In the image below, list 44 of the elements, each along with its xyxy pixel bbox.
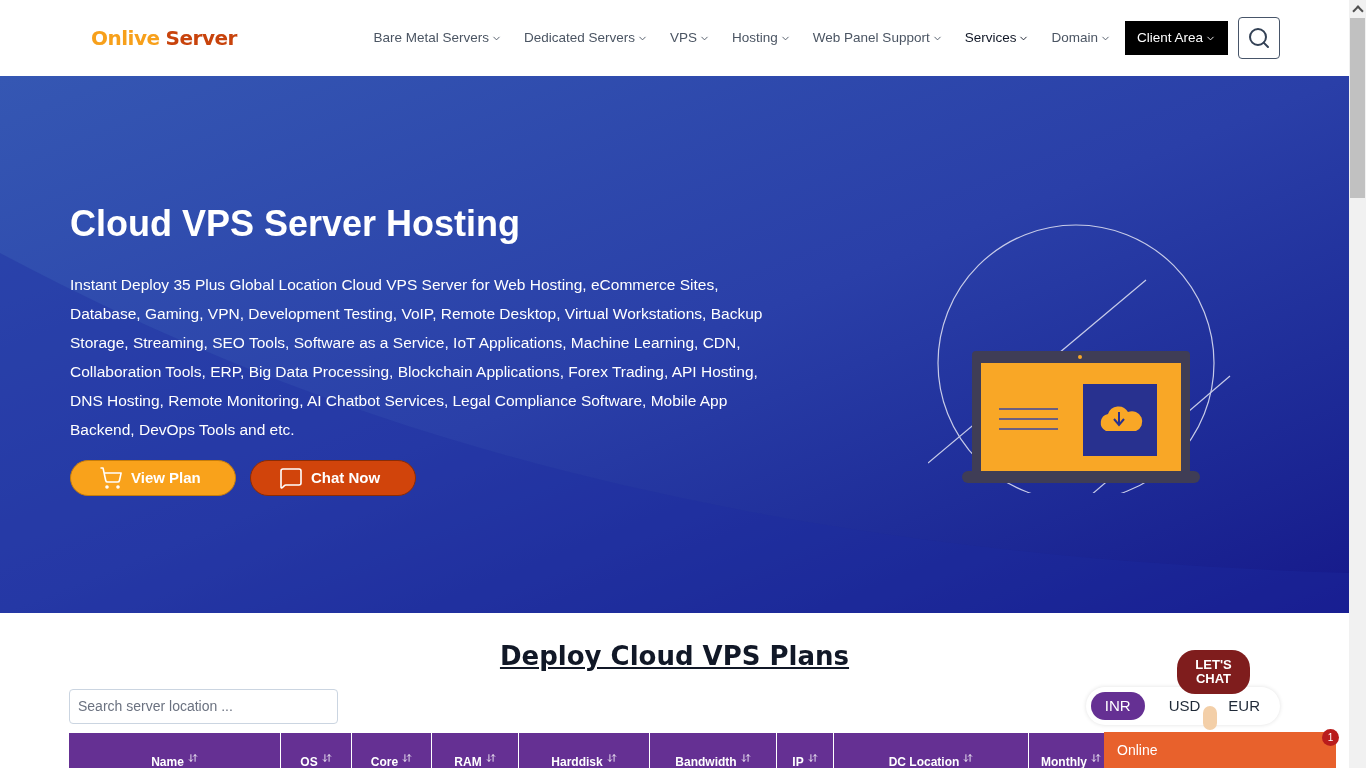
search-button[interactable] bbox=[1238, 17, 1280, 59]
currency-option[interactable]: INR bbox=[1090, 692, 1145, 720]
chat-now-button[interactable]: Chat Now bbox=[250, 460, 416, 496]
sort-icon bbox=[485, 753, 496, 763]
sort-icon bbox=[402, 753, 413, 763]
client-area-button[interactable]: Client Area bbox=[1124, 21, 1228, 55]
search-icon bbox=[1247, 26, 1271, 50]
table-header-cell[interactable]: IP bbox=[777, 733, 834, 768]
nav-link[interactable]: Services bbox=[964, 27, 1030, 49]
sort-icon bbox=[807, 753, 818, 763]
hero-title: Cloud VPS Server Hosting bbox=[70, 202, 522, 246]
currency-option[interactable]: EUR bbox=[1224, 692, 1264, 720]
sort-icon bbox=[1091, 753, 1101, 763]
currency-option[interactable]: USD bbox=[1164, 692, 1205, 720]
unread-badge: 1 bbox=[1322, 729, 1339, 746]
cart-icon bbox=[99, 466, 123, 490]
table-header-cell[interactable]: Harddisk bbox=[519, 733, 650, 768]
nav-link[interactable]: Bare Metal Servers bbox=[373, 27, 502, 49]
sticker-text: CHAT bbox=[1195, 672, 1232, 686]
nav-link[interactable]: VPS bbox=[670, 27, 711, 49]
table-header-cell[interactable]: Name bbox=[69, 733, 281, 768]
nav-link[interactable]: Domain bbox=[1051, 27, 1111, 49]
chat-tooltip[interactable]: LET'S CHAT bbox=[1177, 650, 1250, 694]
chat-status: Online bbox=[1117, 740, 1158, 760]
hero-description: Instant Deploy 35 Plus Global Location Cloud VPS Server for Web Hosting, eCommerce Sites, Database, Gaming, VPN, Development Testing, VoIP, Remote Desktop, Virtual Workstations, Backup Storage, Streaming, SEO Tools, Software as a Service, IoT Applications, Machine Learning, CDN, Collaboration Tools, ERP, Big Data Processing, Blockchain Applications, Forex Trading, API Hosting, DNS Hosting, Remote Monitoring, AI Chatbot Services, Legal Compliance Software, Mobile App Backend, DevOps Tools and etc. bbox=[70, 275, 764, 440]
nav-link[interactable]: Web Panel Support bbox=[812, 27, 943, 49]
sort-icon bbox=[606, 753, 617, 763]
table-header-cell[interactable]: RAM bbox=[432, 733, 519, 768]
search-field[interactable]: Search server location ... bbox=[69, 688, 338, 724]
sort-icon bbox=[963, 753, 974, 763]
sticker-text: LET'S bbox=[1195, 658, 1232, 672]
table-header-cell[interactable]: Core bbox=[352, 733, 432, 768]
sort-icon bbox=[187, 753, 198, 763]
table-header-cell[interactable]: DC Location bbox=[834, 733, 1029, 768]
logo[interactable]: Onlive Server bbox=[91, 23, 237, 53]
table-header-cell[interactable]: OS bbox=[281, 733, 352, 768]
table-header-cell[interactable]: Monthly bbox=[1029, 733, 1103, 768]
nav-link[interactable]: Hosting bbox=[732, 27, 791, 49]
chat-icon bbox=[279, 466, 303, 490]
table-header-cell[interactable]: Bandwidth bbox=[650, 733, 777, 768]
sort-icon bbox=[740, 753, 751, 763]
nav-link[interactable]: Dedicated Servers bbox=[523, 27, 649, 49]
sort-icon bbox=[321, 753, 332, 763]
plans-title: Deploy Cloud VPS Plans bbox=[499, 640, 850, 673]
